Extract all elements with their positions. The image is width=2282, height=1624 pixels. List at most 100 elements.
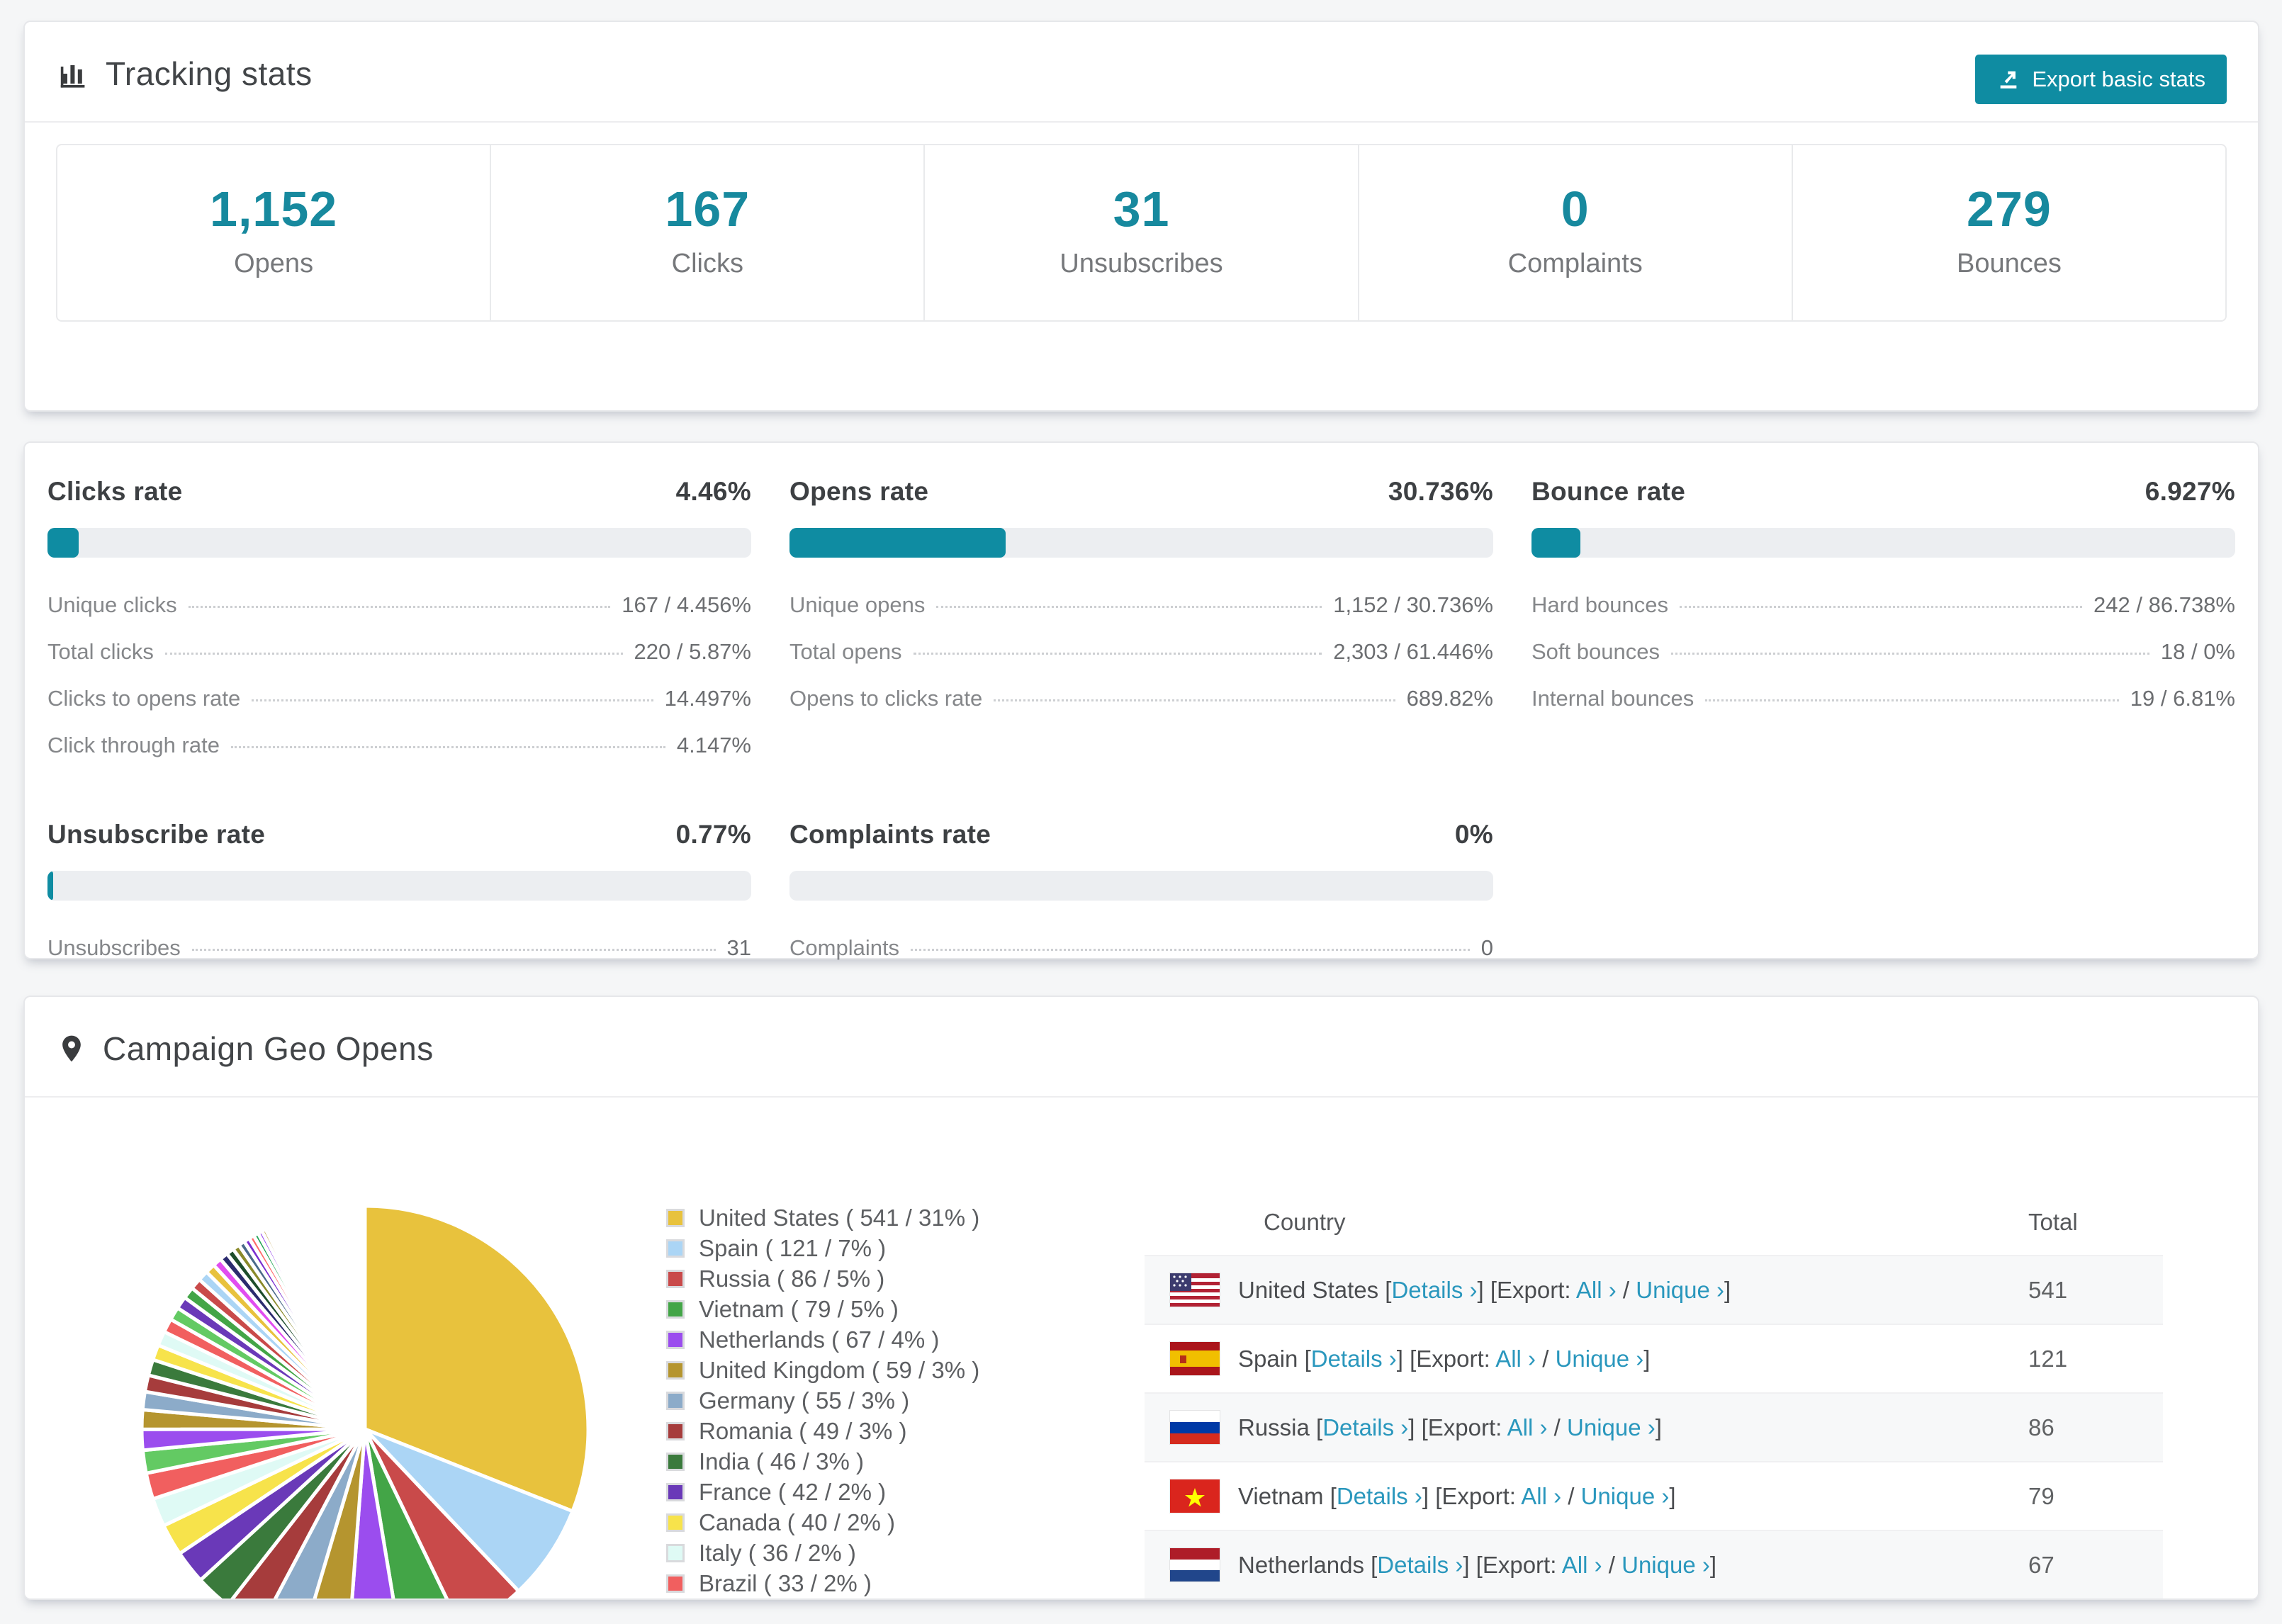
rate-detail-label: Soft bounces (1531, 639, 1660, 664)
rate-percent: 30.736% (1388, 477, 1493, 506)
geo-col-country: Country (1264, 1209, 1346, 1235)
dotted-leader (188, 606, 611, 608)
legend-swatch (666, 1513, 685, 1532)
geo-country-text: United States [Details ›] [Export: All ›… (1238, 1276, 1731, 1303)
export-unique-link[interactable]: Unique › (1621, 1552, 1710, 1578)
stat-label: Bounces (1956, 249, 2062, 278)
rate-detail-row: Soft bounces 18 / 0% (1531, 628, 2235, 675)
legend-item-italy: Italy ( 36 / 2% ) (666, 1538, 979, 1568)
rate-detail-label: Total opens (789, 639, 902, 664)
export-all-link[interactable]: All › (1521, 1483, 1561, 1509)
details-link[interactable]: Details › (1377, 1552, 1463, 1578)
country-name: Spain (1238, 1345, 1298, 1372)
rate-detail-row: Click through rate 4.147% (47, 722, 751, 769)
rate-detail-label: Total clicks (47, 639, 154, 664)
export-all-link[interactable]: All › (1495, 1346, 1536, 1372)
legend-swatch (666, 1208, 685, 1227)
legend-item-india: India ( 46 / 3% ) (666, 1446, 979, 1477)
export-basic-stats-button[interactable]: Export basic stats (1975, 55, 2227, 104)
rate-progress-bar (1531, 528, 2235, 558)
details-link[interactable]: Details › (1322, 1414, 1408, 1440)
legend-item-netherlands: Netherlands ( 67 / 4% ) (666, 1324, 979, 1355)
rate-detail-value: 19 / 6.81% (2130, 686, 2235, 711)
legend-label: Netherlands ( 67 / 4% ) (699, 1326, 940, 1353)
export-unique-link[interactable]: Unique › (1581, 1483, 1670, 1509)
country-name: Vietnam (1238, 1482, 1324, 1509)
legend-swatch (666, 1391, 685, 1410)
geo-opens-title: Campaign Geo Opens (56, 1030, 434, 1068)
legend-item-vietnam: Vietnam ( 79 / 5% ) (666, 1294, 979, 1324)
geo-country-text: Vietnam [Details ›] [Export: All › / Uni… (1238, 1482, 1676, 1509)
details-link[interactable]: Details › (1311, 1346, 1397, 1372)
geo-table-body: United States [Details ›] [Export: All ›… (1145, 1255, 2163, 1598)
legend-label: Brazil ( 33 / 2% ) (699, 1569, 872, 1596)
rate-detail-label: Internal bounces (1531, 686, 1694, 711)
export-prefix: Export: (1427, 1414, 1502, 1440)
geo-country-cell: Vietnam [Details ›] [Export: All › / Uni… (1170, 1479, 2028, 1513)
rate-progress-bar (47, 871, 751, 901)
rate-rows: Unsubscribes 31 (47, 925, 751, 971)
legend-label: Italy ( 36 / 2% ) (699, 1539, 856, 1566)
geo-country-text: Spain [Details ›] [Export: All › / Uniqu… (1238, 1345, 1651, 1372)
export-all-link[interactable]: All › (1562, 1552, 1602, 1578)
export-unique-link[interactable]: Unique › (1636, 1277, 1724, 1303)
legend-label: Spain ( 121 / 7% ) (699, 1234, 887, 1261)
details-link[interactable]: Details › (1391, 1277, 1477, 1303)
stats-summary-row: 1,152 Opens 167 Clicks 31 Unsubscribes 0 Compla… (56, 144, 2227, 322)
geo-country-cell: Russia [Details ›] [Export: All › / Uniq… (1170, 1411, 2028, 1444)
legend-item-russia: Russia ( 86 / 5% ) (666, 1263, 979, 1294)
stat-cell-opens: 1,152 Opens (57, 145, 490, 320)
rate-detail-value: 242 / 86.738% (2093, 592, 2235, 617)
legend-swatch (666, 1299, 685, 1319)
rate-detail-label: Click through rate (47, 733, 220, 757)
export-all-link[interactable]: All › (1507, 1414, 1548, 1440)
dotted-leader (1680, 606, 2083, 608)
rate-block-opens-rate: Opens rate 30.736% Unique opens 1,152 / 30.… (789, 477, 1493, 769)
legend-swatch (666, 1574, 685, 1593)
export-prefix: Export: (1441, 1482, 1516, 1509)
export-prefix: Export: (1497, 1276, 1571, 1303)
export-all-link[interactable]: All › (1576, 1277, 1617, 1303)
legend-label: Russia ( 86 / 5% ) (699, 1265, 885, 1292)
rate-detail-row: Complaints 0 (789, 925, 1493, 971)
dotted-leader (1670, 653, 2149, 655)
geo-opens-title-text: Campaign Geo Opens (103, 1030, 434, 1067)
rate-detail-row: Clicks to opens rate 14.497% (47, 675, 751, 722)
dotted-leader (911, 949, 1470, 951)
rates-grid: Clicks rate 4.46% Unique clicks 167 / 4.456… (25, 443, 2258, 1014)
dotted-leader (936, 606, 1322, 608)
rate-name: Opens rate (789, 477, 929, 506)
legend-item-south-africa: South Africa ( 29 / 2% ) (666, 1598, 979, 1600)
geo-country-text: Russia [Details ›] [Export: All › / Uniq… (1238, 1414, 1662, 1440)
legend-swatch (666, 1360, 685, 1380)
vn-flag-icon (1170, 1479, 1220, 1513)
geo-col-total: Total (2028, 1209, 2078, 1235)
legend-swatch (666, 1482, 685, 1501)
rate-detail-label: Unique clicks (47, 592, 177, 617)
details-link[interactable]: Details › (1337, 1483, 1422, 1509)
legend-swatch (666, 1543, 685, 1562)
geo-total-cell: 86 (2028, 1414, 2055, 1440)
dotted-leader (994, 699, 1395, 701)
rate-rows: Complaints 0 (789, 925, 1493, 971)
rate-detail-row: Total opens 2,303 / 61.446% (789, 628, 1493, 675)
legend-label: Canada ( 40 / 2% ) (699, 1509, 895, 1535)
legend-item-spain: Spain ( 121 / 7% ) (666, 1233, 979, 1263)
rate-progress-bar (789, 871, 1493, 901)
geo-table-row-us: United States [Details ›] [Export: All ›… (1145, 1255, 2163, 1324)
stat-label: Unsubscribes (1060, 249, 1223, 278)
legend-label: Germany ( 55 / 3% ) (699, 1387, 910, 1414)
export-icon (1996, 67, 2020, 91)
stat-label: Complaints (1507, 249, 1643, 278)
rate-progress-bar (789, 528, 1493, 558)
rate-name: Unsubscribe rate (47, 820, 266, 849)
export-unique-link[interactable]: Unique › (1556, 1346, 1644, 1372)
legend-item-germany: Germany ( 55 / 3% ) (666, 1385, 979, 1416)
es-flag-icon (1170, 1342, 1220, 1375)
tracking-stats-title: Tracking stats (56, 55, 313, 93)
rate-detail-label: Unique opens (789, 592, 926, 617)
geo-table: Country Total United States [Details ›] … (1145, 1190, 2163, 1598)
export-unique-link[interactable]: Unique › (1567, 1414, 1656, 1440)
rate-detail-value: 18 / 0% (2160, 639, 2235, 664)
legend-item-france: France ( 42 / 2% ) (666, 1477, 979, 1507)
